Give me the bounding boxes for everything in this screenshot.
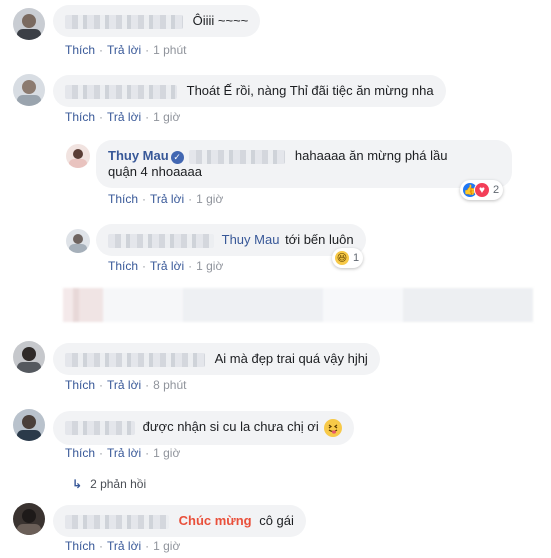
comment-text: được nhận si cu la chưa chị ơi bbox=[142, 419, 319, 435]
comment-text: Ôiiii ~~~~ bbox=[192, 13, 249, 28]
avatar[interactable] bbox=[66, 229, 90, 253]
blurred-author-name bbox=[65, 14, 183, 29]
comment-bubble: Ai mà đẹp trai quá vậy hjhj bbox=[53, 343, 380, 375]
comment-text: Ai mà đẹp trai quá vậy hjhj bbox=[214, 351, 368, 366]
reaction-summary[interactable]: 👍 ♥ 2 bbox=[460, 180, 504, 200]
reply-link[interactable]: Trả lời bbox=[107, 378, 141, 392]
timestamp[interactable]: 1 giờ bbox=[196, 259, 223, 273]
comment-bubble: Thoát Ế rồi, nàng Thỉ đãi tiệc ăn mừng n… bbox=[53, 75, 446, 107]
blurred-author-name bbox=[65, 84, 177, 99]
reply-bubble: Thuy Mau tới bến luôn bbox=[96, 224, 366, 256]
timestamp[interactable]: 1 phút bbox=[153, 43, 186, 57]
avatar[interactable] bbox=[13, 8, 45, 40]
like-link[interactable]: Thích bbox=[65, 446, 95, 460]
reply-link[interactable]: Trả lời bbox=[150, 259, 184, 273]
comment-actions: Thích · Trả lời · 1 giờ bbox=[65, 539, 181, 553]
love-reaction-icon: ♥ bbox=[474, 182, 490, 198]
comment-actions: Thích · Trả lời · 1 giờ bbox=[65, 446, 181, 460]
like-link[interactable]: Thích bbox=[65, 110, 95, 124]
reply-link[interactable]: Trả lời bbox=[107, 110, 141, 124]
comment-text: cô gái bbox=[259, 513, 294, 528]
blurred-comment-strip bbox=[63, 288, 533, 322]
comment-actions: Thích · Trả lời · 1 giờ bbox=[108, 192, 224, 206]
timestamp[interactable]: 1 giờ bbox=[153, 110, 180, 124]
reply-link[interactable]: Trả lời bbox=[107, 446, 141, 460]
view-replies-label: 2 phản hồi bbox=[90, 477, 147, 491]
reply-arrow-icon: ↳ bbox=[72, 477, 83, 491]
comment-bubble: được nhận si cu la chưa chị ơi bbox=[53, 411, 355, 445]
timestamp[interactable]: 8 phút bbox=[153, 378, 186, 392]
comment-text: hahaaaa ăn mừng phá lầu bbox=[294, 148, 448, 163]
blurred-author-name bbox=[65, 514, 169, 529]
reaction-summary[interactable]: 😆 1 bbox=[332, 248, 364, 268]
like-link[interactable]: Thích bbox=[108, 259, 138, 273]
like-link[interactable]: Thích bbox=[65, 539, 95, 553]
reaction-count: 2 bbox=[493, 184, 500, 196]
reply-link[interactable]: Trả lời bbox=[107, 539, 141, 553]
verified-badge-icon: ✓ bbox=[170, 151, 184, 164]
blurred-mention bbox=[189, 149, 286, 164]
comment-actions: Thích · Trả lời · 1 phút bbox=[65, 43, 187, 57]
comment-bubble: Ôiiii ~~~~ bbox=[53, 5, 261, 37]
view-replies-link[interactable]: ↳ 2 phản hồi bbox=[72, 477, 146, 491]
reply-link[interactable]: Trả lời bbox=[107, 43, 141, 57]
avatar[interactable] bbox=[13, 503, 45, 535]
like-link[interactable]: Thích bbox=[108, 192, 138, 206]
reaction-count: 1 bbox=[353, 252, 360, 264]
avatar[interactable] bbox=[13, 341, 45, 373]
comment-actions: Thích · Trả lời · 1 giờ bbox=[108, 259, 224, 273]
blurred-author-name bbox=[65, 421, 135, 435]
reply-link[interactable]: Trả lời bbox=[150, 192, 184, 206]
mention-tag[interactable]: Thuy Mau bbox=[222, 232, 280, 247]
comment-actions: Thích · Trả lời · 1 giờ bbox=[65, 110, 181, 124]
blurred-author-name bbox=[108, 233, 214, 248]
like-link[interactable]: Thích bbox=[65, 378, 95, 392]
like-link[interactable]: Thích bbox=[65, 43, 95, 57]
timestamp[interactable]: 1 giờ bbox=[196, 192, 223, 206]
author-name[interactable]: Thuy Mau bbox=[108, 148, 169, 163]
comment-text: tới bến luôn bbox=[285, 232, 354, 247]
timestamp[interactable]: 1 giờ bbox=[153, 539, 180, 553]
blurred-author-name bbox=[65, 352, 205, 367]
avatar[interactable] bbox=[66, 144, 90, 168]
mention-tag[interactable]: Chúc mừng bbox=[179, 513, 252, 528]
avatar[interactable] bbox=[13, 409, 45, 441]
tongue-emoji-icon bbox=[324, 419, 343, 437]
timestamp[interactable]: 1 giờ bbox=[153, 446, 180, 460]
comment-text: Thoát Ế rồi, nàng Thỉ đãi tiệc ăn mừng n… bbox=[186, 83, 434, 98]
comment-bubble: Chúc mừng cô gái bbox=[53, 505, 306, 537]
comment-actions: Thích · Trả lời · 8 phút bbox=[65, 378, 187, 392]
haha-reaction-icon: 😆 bbox=[334, 250, 350, 266]
avatar[interactable] bbox=[13, 74, 45, 106]
reply-bubble: Thuy Mau ✓ hahaaaa ăn mừng phá lầu quận 4… bbox=[96, 140, 512, 188]
comment-text-cont: quận 4 nhoaaaa bbox=[108, 164, 202, 179]
